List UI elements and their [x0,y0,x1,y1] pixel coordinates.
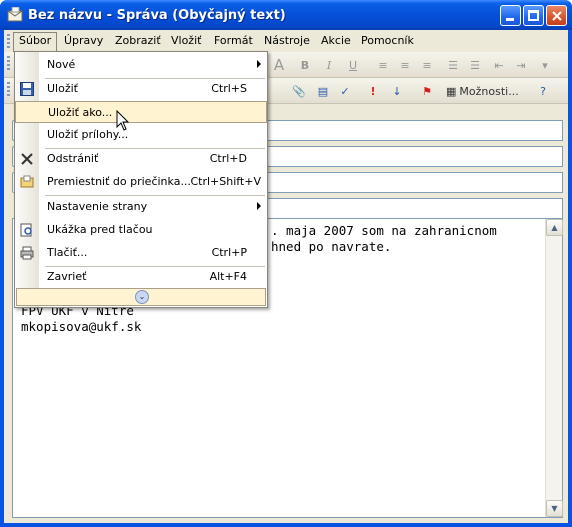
maximize-icon [528,10,539,21]
decrease-indent-icon[interactable]: ⇤ [490,56,508,74]
menu-item-close[interactable]: Zavrieť Alt+F4 [15,266,267,288]
help-icon[interactable]: ? [534,82,552,100]
menubar-grip[interactable] [7,34,10,48]
menu-item-close-shortcut: Alt+F4 [209,270,247,283]
italic-icon[interactable]: I [320,56,338,74]
font-size-icon[interactable]: A [270,56,288,74]
menu-item-save-as[interactable]: Uložiť ako... [15,101,267,123]
underline-icon[interactable]: U [344,56,362,74]
options-label: Možnosti... [459,84,519,98]
menu-item-print-preview-label: Ukážka pred tlačou [47,223,153,236]
body-line-6: mkopisova@ukf.sk [21,319,142,334]
scroll-down-icon: ▼ [551,504,558,513]
close-icon [552,11,562,21]
menu-item-save[interactable]: Uložiť Ctrl+S [15,78,267,100]
minimize-button[interactable] [500,5,521,26]
vertical-scrollbar[interactable]: ▲ ▼ [545,219,563,517]
menu-item-delete-shortcut: Ctrl+D [209,152,247,165]
options-icon: ▦ [446,84,457,98]
outlook-message-window: Bez názvu - Správa (Obyčajný text) Súbor… [0,0,572,527]
bullets-icon[interactable]: ☰ [444,56,462,74]
flag-icon[interactable]: ⚑ [418,82,436,100]
align-center-icon[interactable]: ≡ [396,56,414,74]
scroll-down-button[interactable]: ▼ [546,500,563,517]
menu-item-save-shortcut: Ctrl+S [211,82,247,95]
menu-help[interactable]: Pomocník [356,33,419,50]
menu-item-print-preview[interactable]: Ukážka pred tlačou [15,219,267,241]
toolbar-grip[interactable] [7,56,10,70]
menu-actions[interactable]: Akcie [316,33,356,50]
increase-indent-icon[interactable]: ⇥ [512,56,530,74]
menu-view[interactable]: Zobraziť [110,33,166,50]
menu-item-save-label: Uložiť [47,82,78,95]
address-book-icon[interactable]: ▤ [314,82,332,100]
message-text[interactable]: . maja 2007 som na zahranicnom hned po n… [271,223,497,255]
align-left-icon[interactable]: ≡ [374,56,392,74]
print-preview-icon [19,222,35,238]
menu-item-delete[interactable]: Odstrániť Ctrl+D [15,148,267,170]
options-button[interactable]: ▦ Možnosti... [446,82,526,100]
move-icon [19,174,35,190]
print-icon [19,245,35,261]
bold-icon[interactable]: B [296,56,314,74]
file-menu-dropdown: Nové Uložiť Ctrl+S Uložiť ako... Uložiť … [14,51,268,308]
close-button[interactable] [546,5,567,26]
save-icon [19,81,35,97]
maximize-button[interactable] [523,5,544,26]
body-line-1: . maja 2007 som na zahranicnom [271,223,497,238]
scroll-up-button[interactable]: ▲ [546,219,563,236]
menu-item-close-label: Zavrieť [47,270,87,283]
menu-item-move-shortcut: Ctrl+Shift+V [190,175,261,188]
menu-edit[interactable]: Úpravy [59,33,108,50]
attach-icon[interactable]: 📎 [290,82,308,100]
body-line-2: hned po navrate. [271,239,392,254]
delete-icon [19,151,35,167]
menu-item-new-label: Nové [47,58,76,71]
menu-insert[interactable]: Vložiť [166,33,206,50]
menu-item-print-label: Tlačiť... [47,246,88,259]
menu-item-move-label: Premiestniť do priečinka... [47,175,191,188]
toolbar2-grip[interactable] [7,82,10,96]
menu-bar: Súbor Úpravy Zobraziť Vložiť Formát Nást… [4,30,568,52]
title-bar[interactable]: Bez názvu - Správa (Obyčajný text) [0,0,572,30]
toolbar-options-icon[interactable]: ▾ [536,56,554,74]
scroll-up-icon: ▲ [551,223,558,232]
menu-tools[interactable]: Nástroje [259,33,315,50]
menu-expand-button[interactable]: ⌄ [16,288,266,306]
menu-item-print-shortcut: Ctrl+P [211,246,247,259]
window-title: Bez názvu - Správa (Obyčajný text) [28,8,286,23]
low-importance-icon[interactable]: ↓ [388,82,406,100]
menu-item-move-to-folder[interactable]: Premiestniť do priečinka... Ctrl+Shift+V [15,171,267,193]
align-right-icon[interactable]: ≡ [418,56,436,74]
message-icon [7,7,23,22]
menu-item-page-setup-label: Nastavenie strany [47,200,148,213]
menu-item-save-attachments[interactable]: Uložiť prílohy... [15,124,267,146]
menu-item-save-as-label: Uložiť ako... [48,106,113,119]
mouse-cursor-icon [116,110,130,131]
submenu-arrow-icon [257,60,261,68]
menu-item-delete-label: Odstrániť [47,152,99,165]
menu-item-new[interactable]: Nové [15,54,267,76]
expand-chevron-icon: ⌄ [135,290,149,304]
minimize-icon [506,18,514,21]
submenu-arrow-icon [257,202,261,210]
menu-file[interactable]: Súbor [13,32,58,52]
menu-item-page-setup[interactable]: Nastavenie strany [15,196,267,218]
menu-item-print[interactable]: Tlačiť... Ctrl+P [15,242,267,264]
numbering-icon[interactable]: ☰ [466,56,484,74]
check-names-icon[interactable]: ✓ [336,82,354,100]
menu-format[interactable]: Formát [209,33,258,50]
high-importance-icon[interactable]: ! [364,82,382,100]
